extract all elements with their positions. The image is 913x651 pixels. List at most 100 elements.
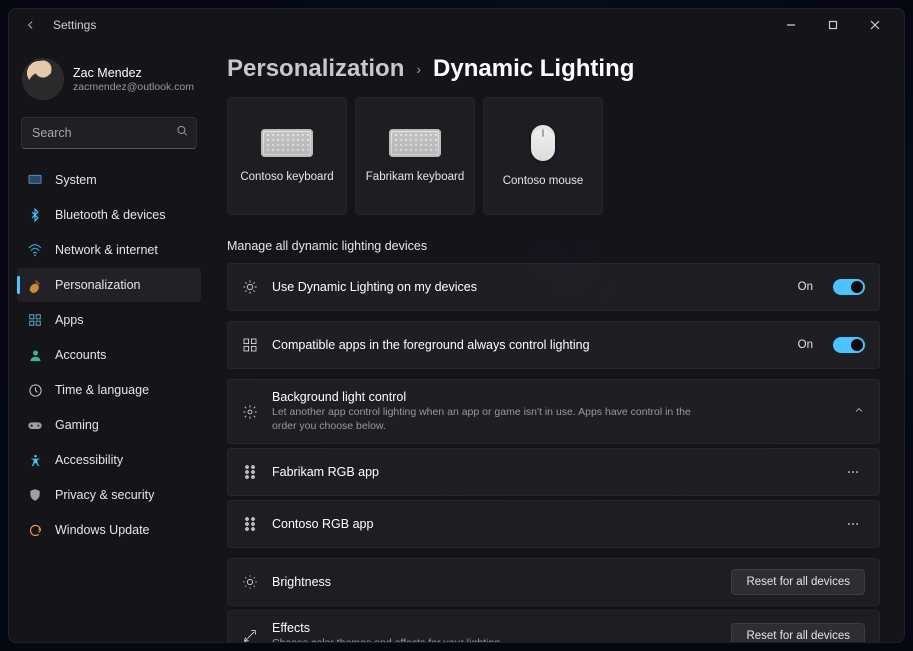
app-name: Fabrikam RGB app bbox=[272, 465, 827, 479]
more-icon bbox=[846, 517, 860, 531]
breadcrumb-parent[interactable]: Personalization bbox=[227, 55, 404, 83]
sidebar: Zac Mendez zacmendez@outlook.com System B… bbox=[9, 41, 209, 642]
breadcrumb: Personalization › Dynamic Lighting bbox=[227, 55, 880, 83]
time-icon bbox=[27, 382, 43, 398]
row-effects: Effects Choose color themes and effects … bbox=[227, 610, 880, 642]
effects-icon bbox=[242, 628, 258, 642]
sidebar-item-time[interactable]: Time & language bbox=[17, 373, 201, 407]
search-input[interactable] bbox=[21, 117, 197, 149]
row-subtitle: Choose color themes and effects for your… bbox=[272, 636, 692, 642]
gaming-icon bbox=[27, 417, 43, 433]
more-button[interactable] bbox=[841, 512, 865, 536]
lightbulb-icon bbox=[242, 279, 258, 295]
device-card[interactable]: Contoso keyboard bbox=[227, 97, 347, 215]
sidebar-item-label: Bluetooth & devices bbox=[55, 208, 166, 222]
accessibility-icon bbox=[27, 452, 43, 468]
app-order-item: Contoso RGB app bbox=[227, 500, 880, 548]
sidebar-item-privacy[interactable]: Privacy & security bbox=[17, 478, 201, 512]
minimize-button[interactable] bbox=[770, 11, 812, 39]
mouse-icon bbox=[531, 125, 555, 161]
toggle-state: On bbox=[798, 339, 813, 351]
sidebar-item-label: Gaming bbox=[55, 418, 99, 432]
sidebar-item-label: Windows Update bbox=[55, 523, 150, 537]
device-label: Contoso keyboard bbox=[240, 171, 333, 183]
device-label: Fabrikam keyboard bbox=[366, 171, 464, 183]
search-box bbox=[21, 117, 197, 149]
sidebar-item-system[interactable]: System bbox=[17, 163, 201, 197]
reset-effects-button[interactable]: Reset for all devices bbox=[731, 623, 865, 642]
sidebar-item-accessibility[interactable]: Accessibility bbox=[17, 443, 201, 477]
sidebar-item-label: Accounts bbox=[55, 348, 106, 362]
back-button[interactable] bbox=[17, 11, 45, 39]
close-button[interactable] bbox=[854, 11, 896, 39]
drag-handle-icon[interactable] bbox=[242, 464, 258, 480]
content: Personalization › Dynamic Lighting Conto… bbox=[209, 41, 904, 642]
sidebar-item-label: System bbox=[55, 173, 97, 187]
app-order-item: Fabrikam RGB app bbox=[227, 448, 880, 496]
personalization-icon bbox=[27, 277, 43, 293]
row-subtitle: Let another app control lighting when an… bbox=[272, 405, 692, 433]
keyboard-icon bbox=[261, 129, 313, 157]
sidebar-item-label: Apps bbox=[55, 313, 84, 327]
toggle-use-dl[interactable] bbox=[833, 279, 865, 295]
sidebar-item-label: Accessibility bbox=[55, 453, 123, 467]
user-name: Zac Mendez bbox=[73, 66, 194, 81]
sidebar-item-label: Privacy & security bbox=[55, 488, 154, 502]
device-card[interactable]: Contoso mouse bbox=[483, 97, 603, 215]
profile-block[interactable]: Zac Mendez zacmendez@outlook.com bbox=[17, 49, 201, 113]
apps-icon bbox=[242, 337, 258, 353]
row-title: Brightness bbox=[272, 575, 717, 589]
nav-list: System Bluetooth & devices Network & inter… bbox=[17, 163, 201, 547]
expander-background-light: Background light control Let another app… bbox=[227, 379, 880, 444]
sidebar-item-gaming[interactable]: Gaming bbox=[17, 408, 201, 442]
more-icon bbox=[846, 465, 860, 479]
avatar bbox=[23, 59, 63, 99]
bluetooth-icon bbox=[27, 207, 43, 223]
row-compatible-apps: Compatible apps in the foreground always… bbox=[227, 321, 880, 369]
row-title: Effects bbox=[272, 621, 717, 635]
brightness-icon bbox=[242, 574, 258, 590]
network-icon bbox=[27, 242, 43, 258]
close-icon bbox=[870, 20, 880, 30]
titlebar: Settings bbox=[9, 9, 904, 41]
app-title: Settings bbox=[53, 18, 96, 32]
chevron-right-icon: › bbox=[416, 61, 421, 77]
chevron-up-icon bbox=[853, 403, 865, 421]
arrow-left-icon bbox=[24, 18, 38, 32]
sidebar-item-label: Time & language bbox=[55, 383, 149, 397]
section-label: Manage all dynamic lighting devices bbox=[227, 239, 880, 253]
page-title: Dynamic Lighting bbox=[433, 55, 634, 83]
reset-brightness-button[interactable]: Reset for all devices bbox=[731, 569, 865, 595]
sidebar-item-label: Network & internet bbox=[55, 243, 158, 257]
system-icon bbox=[27, 172, 43, 188]
apps-icon bbox=[27, 312, 43, 328]
maximize-button[interactable] bbox=[812, 11, 854, 39]
device-label: Contoso mouse bbox=[503, 175, 584, 187]
device-cards: Contoso keyboard Fabrikam keyboard Contoso… bbox=[227, 97, 880, 215]
sidebar-item-update[interactable]: Windows Update bbox=[17, 513, 201, 547]
row-use-dynamic-lighting: Use Dynamic Lighting on my devices On bbox=[227, 263, 880, 311]
sidebar-item-accounts[interactable]: Accounts bbox=[17, 338, 201, 372]
privacy-icon bbox=[27, 487, 43, 503]
sidebar-item-bluetooth[interactable]: Bluetooth & devices bbox=[17, 198, 201, 232]
maximize-icon bbox=[828, 20, 838, 30]
sidebar-item-network[interactable]: Network & internet bbox=[17, 233, 201, 267]
toggle-state: On bbox=[798, 281, 813, 293]
toggle-compat[interactable] bbox=[833, 337, 865, 353]
expander-header[interactable]: Background light control Let another app… bbox=[227, 379, 880, 444]
more-button[interactable] bbox=[841, 460, 865, 484]
row-title: Compatible apps in the foreground always… bbox=[272, 338, 784, 352]
keyboard-icon bbox=[389, 129, 441, 157]
row-title: Background light control bbox=[272, 390, 839, 404]
update-icon bbox=[27, 522, 43, 538]
accounts-icon bbox=[27, 347, 43, 363]
sidebar-item-apps[interactable]: Apps bbox=[17, 303, 201, 337]
row-brightness: Brightness Reset for all devices bbox=[227, 558, 880, 606]
minimize-icon bbox=[786, 20, 796, 30]
sidebar-item-label: Personalization bbox=[55, 278, 140, 292]
search-icon bbox=[175, 124, 189, 143]
user-email: zacmendez@outlook.com bbox=[73, 81, 194, 93]
device-card[interactable]: Fabrikam keyboard bbox=[355, 97, 475, 215]
drag-handle-icon[interactable] bbox=[242, 516, 258, 532]
sidebar-item-personalization[interactable]: Personalization bbox=[17, 268, 201, 302]
